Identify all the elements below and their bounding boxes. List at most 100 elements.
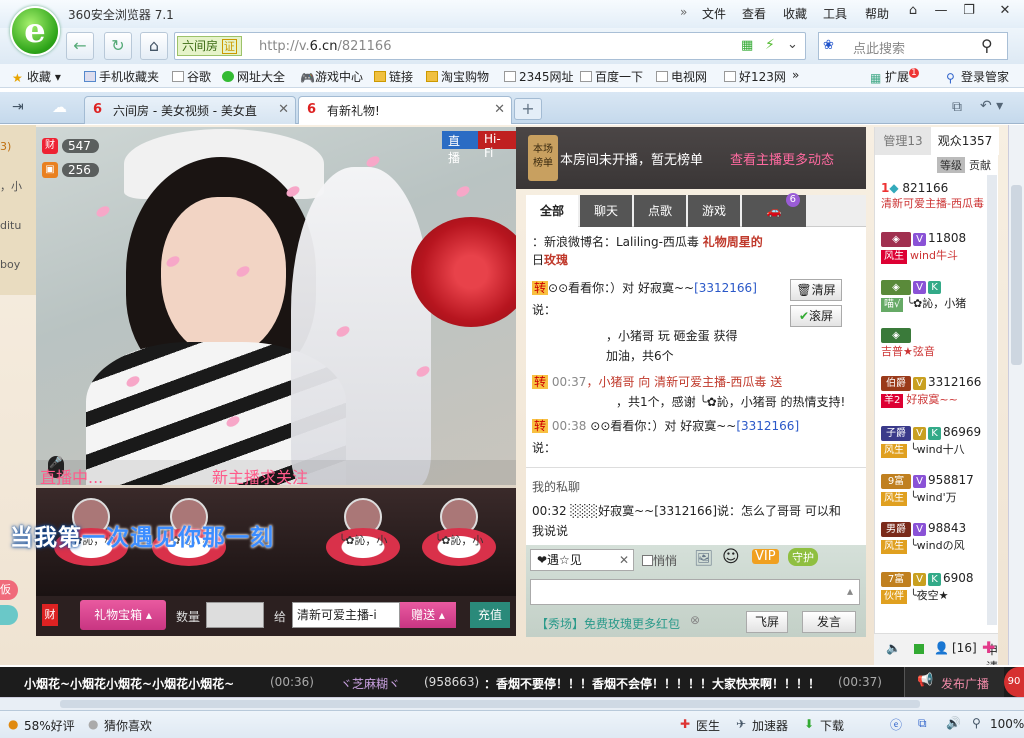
audience-row[interactable]: 7富 V K 6908 伙伴 ╰夜空★ (881, 571, 999, 615)
hifi-label[interactable]: Hi-Fi (477, 131, 516, 160)
audience-row[interactable]: ◈ V K 喵√ ╰✿訫，小猪 (881, 279, 999, 323)
scrollbar-thumb[interactable] (1011, 185, 1022, 365)
wealth-icon[interactable]: 财 (42, 604, 58, 626)
left-side-tab[interactable]: 仮 (0, 580, 18, 600)
menu-favorites[interactable]: 收藏 (783, 5, 807, 22)
whisper-checkbox[interactable]: 悄悄 (642, 552, 677, 569)
menu-view[interactable]: 查看 (742, 5, 766, 22)
address-bar[interactable]: 六间房 证 http://v.6.cn/821166 ▦ ⚡ ⌄ (174, 32, 806, 60)
emoji-icon[interactable]: ☺ (722, 547, 740, 567)
tab-viewers[interactable]: 观众1357 (931, 127, 999, 155)
send-button[interactable]: 发言 (802, 611, 856, 633)
vip-emoji-icon[interactable]: VIP (752, 549, 779, 564)
zoom-level[interactable]: 100% (990, 717, 1024, 731)
gift-box-button[interactable]: 礼物宝箱 ▴ (80, 600, 166, 630)
chat-message-input[interactable]: ▴ (530, 579, 860, 605)
minimize-icon[interactable]: — (930, 3, 952, 21)
bookmark-mobile[interactable]: 手机收藏夹 (84, 68, 159, 85)
menu-help[interactable]: 帮助 (865, 5, 889, 22)
accelerator-button[interactable]: 加速器 (752, 717, 788, 734)
extensions-button[interactable]: ▦ 扩展 1 (870, 68, 919, 85)
guard-icon[interactable]: 守护 (788, 548, 818, 566)
tab-close-icon[interactable]: ✕ (494, 102, 505, 117)
speed-mode-icon[interactable]: ⚡ (765, 37, 775, 53)
hscroll-thumb[interactable] (60, 700, 920, 708)
new-tab-button[interactable]: + (514, 98, 542, 120)
bookmarks-more-icon[interactable]: » (792, 68, 799, 82)
recipient-select[interactable]: 清新可爱主播-i (292, 602, 400, 628)
chat-user-link[interactable]: [3312166] (694, 281, 757, 295)
refresh-icon[interactable]: ↻ (104, 32, 132, 60)
download-button[interactable]: 下载 (820, 717, 844, 734)
private-chat-log[interactable]: 我的私聊 00:32 ░░░好寂寞~~[3312166]说：怎么了哥哥 可以和 … (526, 467, 866, 545)
ticker-user[interactable]: ヾ芝麻糊ヾ (340, 675, 400, 692)
search-icon[interactable]: ⚲ (981, 36, 993, 55)
gift-item[interactable]: ╰✿訫，小 (320, 498, 406, 578)
screenshot-icon[interactable]: ⧉ (918, 716, 927, 731)
bookmark-2345[interactable]: 2345网址 (504, 68, 574, 85)
sort-level-button[interactable]: 等级 (937, 157, 965, 173)
back-icon[interactable]: ← (66, 32, 94, 60)
chat-user-link[interactable]: [3312166] (736, 419, 799, 433)
quantity-input[interactable] (206, 602, 264, 628)
clear-target-icon[interactable]: ✕ (619, 550, 629, 570)
ie-icon[interactable]: ⓔ (890, 716, 902, 733)
doctor-button[interactable]: 医生 (696, 717, 720, 734)
baidu-paw-icon[interactable]: ❀ (823, 38, 834, 53)
give-button[interactable]: 赠送 ▴ (400, 602, 456, 628)
bookmark-baidu[interactable]: 百度一下 (580, 68, 643, 85)
audience-row[interactable]: ◈ 吉普★弦音 (881, 327, 999, 371)
skin-icon[interactable]: ⌂ (902, 3, 924, 21)
tab-all[interactable]: 全部 (526, 195, 578, 227)
bookmark-directory[interactable]: 网址大全 (222, 68, 285, 85)
image-icon[interactable]: 🖼 (694, 549, 713, 567)
close-icon[interactable]: ✕ (994, 3, 1016, 21)
tab-games[interactable]: 游戏 (688, 195, 740, 227)
audience-row[interactable]: 1◆ 821166 清新可爱主播-西瓜毒 (881, 181, 999, 225)
host-dynamics-link[interactable]: 查看主播更多动态 (730, 149, 834, 168)
audience-row[interactable]: 9富 V 958817 风生 ╰wind'万 (881, 473, 999, 517)
audience-scrollbar[interactable] (987, 175, 997, 625)
search-input[interactable]: 点此搜索 (853, 38, 905, 57)
tab-car[interactable]: 🚗 6 (742, 193, 806, 227)
tab-liujianfang[interactable]: 6 六间房 - 美女视频 - 美女直 ✕ (84, 96, 296, 124)
tab-song[interactable]: 点歌 (634, 195, 686, 227)
recharge-button[interactable]: 充值 (470, 602, 510, 628)
bookmark-google[interactable]: 谷歌 (172, 68, 211, 85)
dropdown-chevron-icon[interactable]: ⌄ (787, 37, 798, 52)
speaker-icon[interactable]: 🔊 (946, 716, 961, 730)
audience-row[interactable]: 男爵 V 98843 风生 ╰windの风 (881, 521, 999, 565)
audience-row[interactable]: 伯爵 V 3312166 羊2 好寂寞~~ (881, 375, 999, 419)
gift-item[interactable]: ╰✿訫，小 (416, 498, 502, 578)
sort-contrib-button[interactable]: 贡献 (967, 157, 993, 173)
publish-broadcast-button[interactable]: 📢 发布广播 (904, 667, 1004, 697)
clear-screen-button[interactable]: 🗑清屏 (790, 279, 842, 301)
rating-text[interactable]: 58%好评 (24, 717, 75, 734)
tab-managers[interactable]: 管理13 (875, 127, 931, 155)
home-icon[interactable]: ⌂ (140, 32, 168, 60)
audience-row[interactable]: ◈ V 11808 风生 wind牛斗 (881, 231, 999, 275)
live-video[interactable]: 直播 Hi-Fi 财 547 ▣ 256 (36, 127, 516, 485)
left-side-tab-2[interactable] (0, 605, 18, 625)
promo-close-icon[interactable]: ⊗ (690, 613, 700, 627)
tab-list-icon[interactable]: ⧉ (952, 99, 962, 115)
page-scrollbar[interactable] (1008, 125, 1024, 665)
add-icon[interactable]: ✚ (982, 638, 995, 657)
horizontal-scrollbar[interactable] (0, 697, 1024, 710)
tab-close-icon[interactable]: ✕ (278, 102, 289, 117)
bookmark-tv[interactable]: 电视网 (656, 68, 707, 85)
audience-row[interactable]: 子爵 V K 86969 风生 ╰wind十八 (881, 425, 999, 469)
search-box[interactable]: ❀ 点此搜索 ⚲ (818, 32, 1008, 60)
promo-link[interactable]: 【秀场】免费玫瑰更多红包 (536, 615, 680, 632)
undo-close-icon[interactable]: ↶ ▾ (980, 98, 1003, 114)
cloud-icon[interactable]: ☁ (52, 98, 67, 116)
menu-more-icon[interactable]: » (680, 5, 687, 19)
zoom-icon[interactable]: ⚲ (972, 716, 981, 730)
ranking-badge[interactable]: 本场 榜单 (528, 135, 558, 181)
bookmark-favorites[interactable]: ★ 收藏 ▾ (12, 68, 61, 85)
guess-link[interactable]: 猜你喜欢 (104, 717, 152, 734)
chat-target-select[interactable]: ❤遇☆见 ✕ (530, 549, 634, 571)
bookmark-links[interactable]: 链接 (374, 68, 413, 85)
bookmark-taobao[interactable]: 淘宝购物 (426, 68, 489, 85)
restore-icon[interactable]: ❐ (958, 3, 980, 21)
